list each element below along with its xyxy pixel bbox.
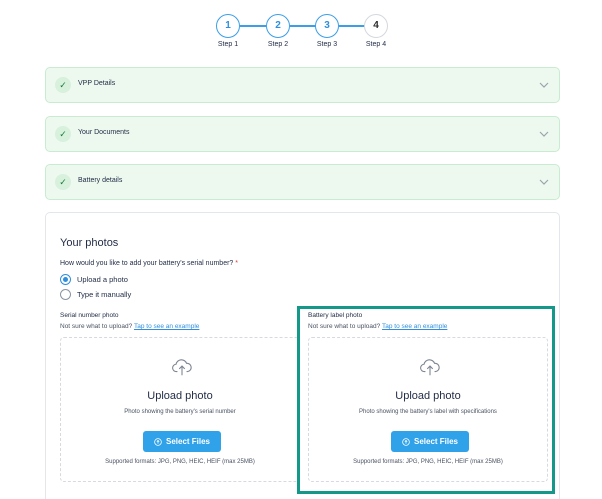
check-icon: ✓ xyxy=(55,77,71,93)
accordion-your-documents[interactable]: ✓ Your Documents xyxy=(45,116,560,152)
radio-unselected-icon[interactable] xyxy=(60,289,71,300)
chevron-down-icon[interactable] xyxy=(539,177,549,187)
step-3-label: Step 3 xyxy=(316,41,338,48)
accordion-vpp-details[interactable]: ✓ VPP Details xyxy=(45,67,560,103)
help-text: Not sure what to upload? xyxy=(60,323,133,330)
radio-upload-photo[interactable]: Upload a photo xyxy=(60,274,128,285)
accordion-battery-details[interactable]: ✓ Battery details xyxy=(45,164,560,200)
chevron-down-icon[interactable] xyxy=(539,80,549,90)
serial-help-text: Not sure what to upload? Tap to see an e… xyxy=(60,323,199,330)
check-icon: ✓ xyxy=(55,126,71,142)
section-title: Your photos xyxy=(60,237,119,249)
step-1-circle: 1 xyxy=(216,14,240,38)
step-4-circle: 4 xyxy=(364,14,388,38)
radio-label: Upload a photo xyxy=(77,275,128,284)
upload-subtitle: Photo showing the battery's serial numbe… xyxy=(124,409,236,415)
accordion-title: Battery details xyxy=(78,177,123,184)
highlight-box xyxy=(297,306,555,494)
step-2[interactable]: 2 Step 2 xyxy=(253,14,303,48)
serial-method-question: How would you like to add your battery's… xyxy=(60,260,238,267)
question-text: How would you like to add your battery's… xyxy=(60,260,234,267)
step-2-label: Step 2 xyxy=(267,41,289,48)
serial-photo-label: Serial number photo xyxy=(60,312,119,319)
select-files-button[interactable]: Select Files xyxy=(143,431,221,452)
step-1-label: Step 1 xyxy=(217,41,239,48)
stepper: 1 Step 1 2 Step 2 3 Step 3 4 Step 4 xyxy=(0,14,602,54)
check-icon: ✓ xyxy=(55,174,71,190)
step-1[interactable]: 1 Step 1 xyxy=(203,14,253,48)
radio-label: Type it manually xyxy=(77,290,132,299)
upload-icon xyxy=(154,438,162,446)
radio-type-manually[interactable]: Type it manually xyxy=(60,289,131,300)
step-3-circle: 3 xyxy=(315,14,339,38)
chevron-down-icon[interactable] xyxy=(539,129,549,139)
step-4[interactable]: 4 Step 4 xyxy=(351,14,401,48)
cloud-upload-icon xyxy=(172,359,192,376)
serial-example-link[interactable]: Tap to see an example xyxy=(134,323,199,330)
serial-upload-dropzone[interactable]: Upload photo Photo showing the battery's… xyxy=(60,337,300,482)
button-label: Select Files xyxy=(165,437,211,446)
supported-formats: Supported formats: JPG, PNG, HEIC, HEIF … xyxy=(105,459,255,465)
upload-title: Upload photo xyxy=(147,390,213,402)
radio-selected-icon[interactable] xyxy=(60,274,71,285)
step-4-label: Step 4 xyxy=(365,41,387,48)
accordion-title: VPP Details xyxy=(78,80,116,87)
required-mark: * xyxy=(235,260,238,267)
step-3[interactable]: 3 Step 3 xyxy=(302,14,352,48)
accordion-title: Your Documents xyxy=(78,129,130,136)
step-2-circle: 2 xyxy=(266,14,290,38)
